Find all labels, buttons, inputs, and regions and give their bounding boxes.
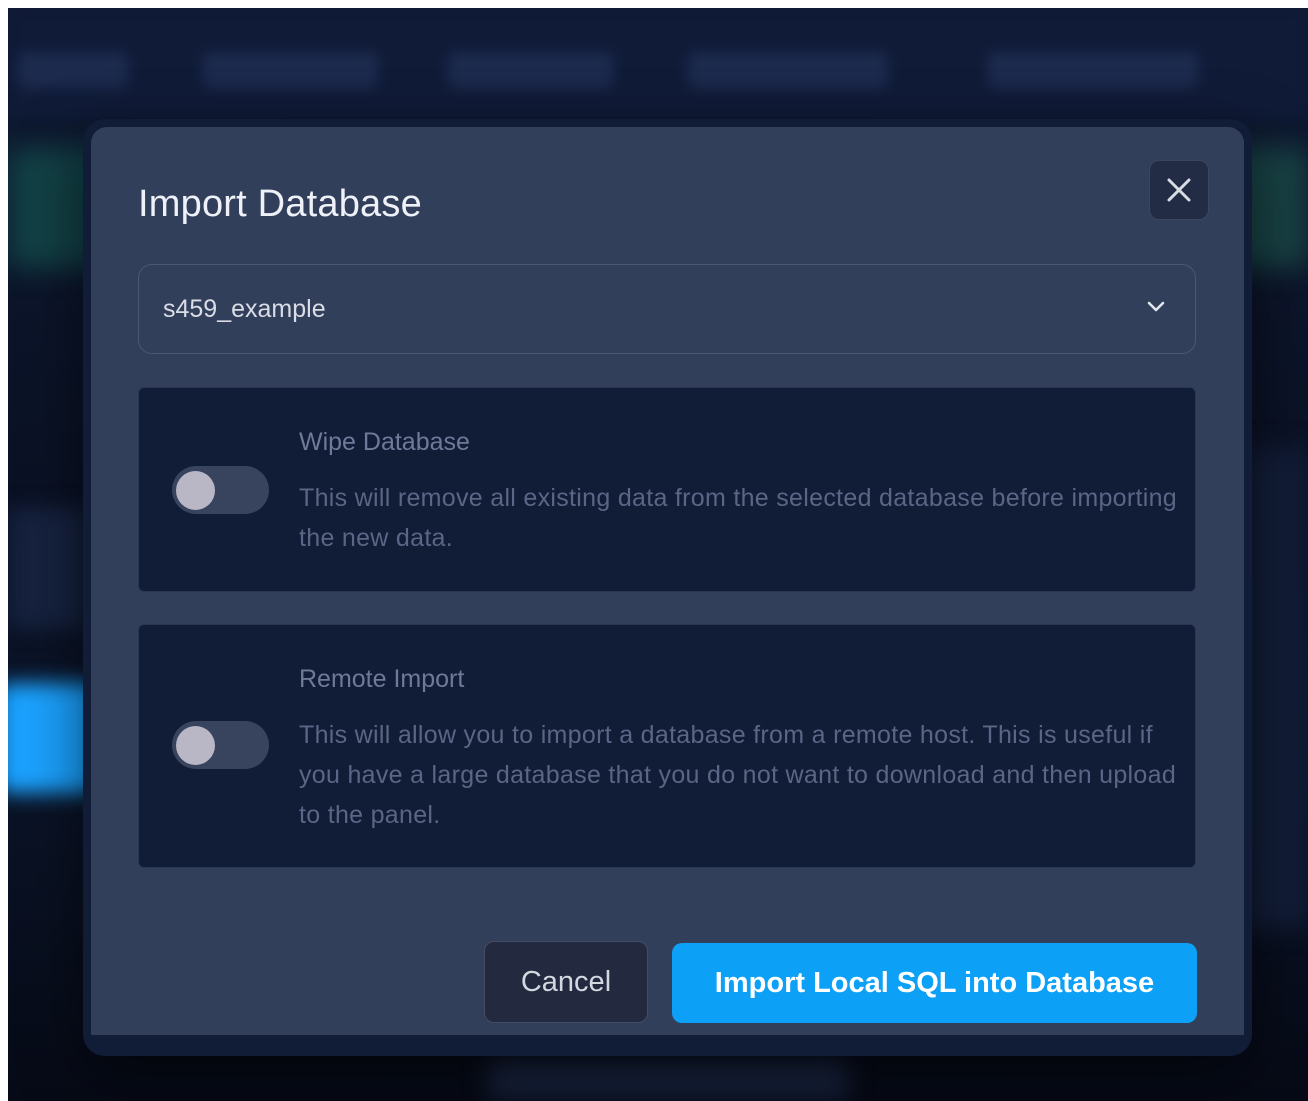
remote-import-toggle[interactable] (172, 721, 269, 769)
toggle-knob (176, 471, 215, 510)
background-nav-item (988, 52, 1198, 88)
remote-import-title: Remote Import (299, 665, 465, 693)
database-select[interactable]: s459_example (138, 264, 1196, 354)
import-database-modal: Import Database s459_example Wipe Databa… (83, 119, 1252, 1056)
database-select-value: s459_example (163, 294, 326, 323)
close-button[interactable] (1149, 160, 1209, 220)
wipe-database-description: This will remove all existing data from … (299, 484, 1177, 552)
wipe-database-title: Wipe Database (299, 428, 470, 456)
modal-title: Import Database (138, 183, 422, 225)
background-nav-item (688, 52, 888, 88)
background-nav-item (448, 52, 613, 88)
background-sidebar-block (8, 508, 88, 628)
remote-import-description: This will allow you to import a database… (299, 721, 1177, 829)
close-icon (1167, 178, 1191, 202)
background-footer (488, 1058, 848, 1098)
wipe-database-toggle[interactable] (172, 466, 269, 514)
background-navbar (8, 8, 1308, 118)
import-local-sql-button[interactable]: Import Local SQL into Database (672, 943, 1197, 1023)
remote-import-option: Remote Import This will allow you to imp… (138, 624, 1196, 868)
background-nav-item (18, 52, 128, 88)
cancel-button[interactable]: Cancel (484, 941, 648, 1023)
background-nav-item (203, 52, 378, 88)
toggle-knob (176, 726, 215, 765)
wipe-database-option: Wipe Database This will remove all exist… (138, 387, 1196, 592)
chevron-down-icon (1147, 301, 1165, 312)
modal-body: Import Database s459_example Wipe Databa… (91, 127, 1244, 1035)
